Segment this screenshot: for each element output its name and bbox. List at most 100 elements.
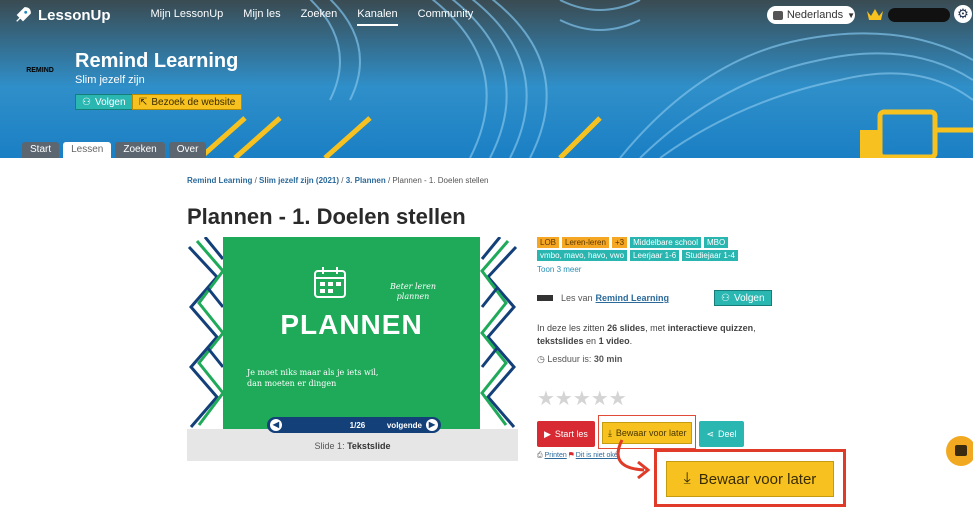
breadcrumb-current: Plannen - 1. Doelen stellen [392, 176, 489, 185]
share-button[interactable]: ⋖ Deel [699, 421, 744, 447]
follow-channel-button[interactable]: ⚇ Volgen [75, 94, 133, 110]
lesson-duration: ◷ Lesduur is: 30 min [537, 354, 622, 365]
channel-subtitle: Slim jezelf zijn [75, 74, 145, 86]
tab-start[interactable]: Start [22, 142, 60, 158]
follow-author-label: Volgen [733, 292, 765, 304]
nav-mijn-les[interactable]: Mijn les [243, 4, 280, 26]
author-link[interactable]: Remind Learning [596, 293, 670, 303]
start-label: Start les [554, 429, 588, 439]
external-link-icon: ⇱ [139, 96, 148, 108]
tab-over[interactable]: Over [168, 142, 207, 158]
slide-heading: PLANNEN [280, 309, 423, 340]
slide-body-line-1: Je moet niks maar als je iets wil, [247, 368, 379, 377]
channel-title: Remind Learning [75, 50, 239, 72]
page-title: Plannen - 1. Doelen stellen [187, 204, 466, 229]
rating-stars[interactable]: ★★★★★ [537, 386, 627, 411]
breadcrumb-course[interactable]: Slim jezelf zijn (2021) [259, 176, 339, 185]
slide-navigation: ◀ 1/26 volgende ▶ [267, 417, 441, 433]
breadcrumb-chapter[interactable]: 3. Plannen [346, 176, 386, 185]
tag[interactable]: Leren-leren [562, 237, 609, 248]
channel-avatar-text: REMIND [26, 67, 54, 74]
desc-text: . [629, 336, 633, 346]
author-prefix: Les van [561, 293, 593, 303]
lesson-tags: LOB Leren-leren +3 Middelbare school MBO… [537, 237, 767, 261]
slide-caption-prefix: Slide 1: [314, 441, 345, 451]
desc-video: 1 video [598, 336, 630, 346]
print-icon: ⎙ [537, 452, 543, 459]
tag[interactable]: Studiejaar 1-4 [682, 250, 738, 261]
chevron-down-icon: ▼ [847, 10, 855, 20]
follow-label: Volgen [94, 96, 126, 108]
user-name-redacted[interactable] [888, 8, 950, 22]
language-selector[interactable]: Nederlands ▼ [767, 6, 855, 24]
download-icon: ⤓ [683, 470, 691, 487]
chat-support-button[interactable] [946, 436, 973, 466]
callout-highlight: ⤓ Bewaar voor later [654, 449, 846, 507]
channel-banner: LessonUp Mijn LessonUp Mijn les Zoeken K… [0, 0, 973, 158]
author-logo [537, 295, 553, 301]
breadcrumb: Remind Learning / Slim jezelf zijn (2021… [187, 176, 489, 185]
visit-website-button[interactable]: ⇱ Bezoek de website [132, 94, 243, 110]
print-link[interactable]: Printen [545, 452, 567, 459]
lessonup-logo[interactable]: LessonUp [14, 6, 111, 24]
slide-counter: 1/26 [349, 420, 366, 430]
desc-textslides: tekstslides [537, 336, 584, 346]
duration-value: 30 min [593, 354, 623, 364]
download-icon: ⤓ [607, 427, 612, 438]
gear-icon[interactable]: ⚙ [954, 5, 972, 23]
flag-icon [773, 10, 783, 20]
lesson-secondary-links: ⎙ Printen ⚑ Dit is niet oké [537, 452, 618, 460]
logo-text: LessonUp [38, 6, 111, 24]
start-lesson-button[interactable]: ▶ Start les [537, 421, 595, 447]
callout-arrow [616, 439, 651, 480]
share-icon: ⋖ [706, 428, 715, 439]
rocket-icon [16, 7, 31, 22]
desc-slide-count: 26 slides [607, 323, 646, 333]
slide-handwritten-text: Beter leren plannen [390, 282, 436, 301]
nav-zoeken[interactable]: Zoeken [301, 4, 338, 26]
nav-mijn-lessonup[interactable]: Mijn LessonUp [151, 4, 224, 26]
add-user-icon: ⚇ [82, 96, 91, 108]
callout-label: Bewaar voor later [698, 470, 817, 488]
chat-icon [955, 445, 967, 456]
add-user-icon: ⚇ [721, 292, 730, 304]
channel-avatar: REMIND [18, 66, 62, 92]
tag[interactable]: Leerjaar 1-6 [630, 250, 680, 261]
prev-slide-button[interactable]: ◀ [270, 419, 282, 431]
nav-community[interactable]: Community [418, 4, 474, 26]
show-more-tags-link[interactable]: Toon 3 meer [537, 265, 581, 274]
tag[interactable]: MBO [704, 237, 729, 248]
lesson-description: In deze les zitten 26 slides, met intera… [537, 322, 777, 348]
next-slide-label[interactable]: volgende [387, 421, 422, 430]
desc-text: , [753, 323, 756, 333]
crown-icon[interactable] [866, 7, 884, 21]
play-icon: ▶ [544, 428, 551, 439]
lesson-author: Les van Remind Learning [537, 293, 669, 303]
slide-caption: Slide 1: Tekstslide [187, 441, 518, 451]
breadcrumb-channel[interactable]: Remind Learning [187, 176, 252, 185]
tag[interactable]: +3 [611, 237, 628, 248]
desc-text: , met [645, 323, 666, 333]
main-nav: Mijn LessonUp Mijn les Zoeken Kanalen Co… [151, 4, 494, 26]
desc-quizzes: interactieve quizzen [667, 323, 754, 333]
follow-author-button[interactable]: ⚇ Volgen [714, 290, 772, 306]
slide-canvas[interactable]: Beter leren plannen PLANNEN Je moet niks… [187, 237, 518, 429]
tab-lessen[interactable]: Lessen [63, 142, 112, 158]
next-slide-button[interactable]: ▶ [425, 419, 438, 431]
visit-label: Bezoek de website [151, 96, 236, 108]
slide-caption-type: Tekstslide [347, 441, 391, 451]
language-label: Nederlands [786, 9, 844, 21]
clock-icon: ◷ [537, 354, 545, 364]
tab-zoeken[interactable]: Zoeken [115, 142, 165, 158]
share-label: Deel [718, 429, 737, 439]
calendar-icon [314, 267, 346, 298]
tag[interactable]: Middelbare school [630, 237, 701, 248]
slide-preview: Beter leren plannen PLANNEN Je moet niks… [187, 237, 518, 461]
duration-label: Lesduur is: [547, 354, 592, 364]
slide-body-line-2: dan moeten er dingen [247, 379, 337, 388]
tag[interactable]: vmbo, mavo, havo, vwo [537, 250, 628, 261]
nav-kanalen[interactable]: Kanalen [357, 4, 398, 26]
tag[interactable]: LOB [537, 237, 560, 248]
save-for-later-zoomed-button[interactable]: ⤓ Bewaar voor later [666, 461, 834, 497]
desc-text: In deze les zitten [537, 323, 605, 333]
